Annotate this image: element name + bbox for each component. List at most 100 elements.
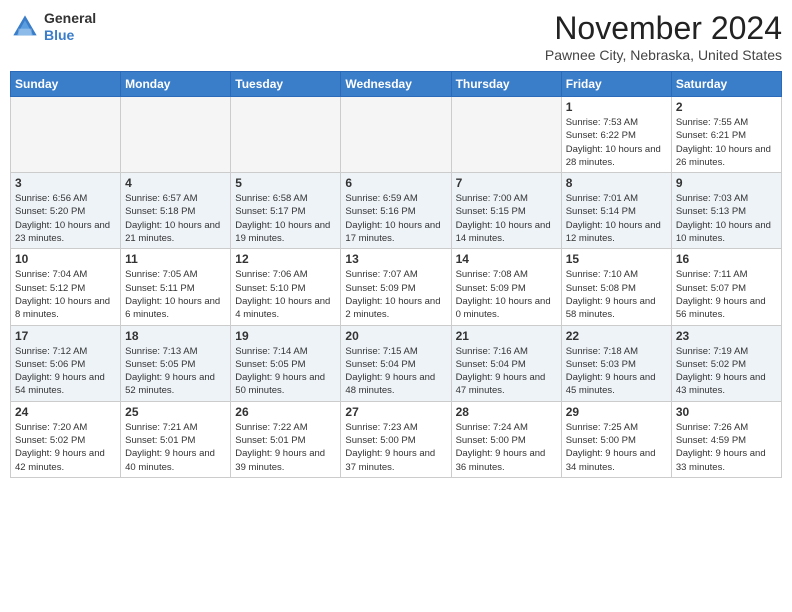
calendar-cell: 2Sunrise: 7:55 AM Sunset: 6:21 PM Daylig… [671,97,781,173]
weekday-header-friday: Friday [561,72,671,97]
calendar-cell: 6 Sunrise: 6:59 AM Sunset: 5:16 PM Daylig… [341,173,451,249]
day-number: 14 [456,252,557,266]
day-info: Sunrise: 7:14 AM Sunset: 5:05 PM Dayligh… [235,345,336,398]
day-info: Sunrise: 7:53 AM Sunset: 6:22 PM Dayligh… [566,116,667,169]
day-info: Sunrise: 7:06 AM Sunset: 5:10 PM Dayligh… [235,268,336,321]
logo-general: General [44,10,96,26]
day-number: 10 [15,252,116,266]
day-info: Sunrise: 6:58 AM Sunset: 5:17 PM Dayligh… [235,192,336,245]
day-info: Sunrise: 7:20 AM Sunset: 5:02 PM Dayligh… [15,421,116,474]
calendar-cell: 21Sunrise: 7:16 AM Sunset: 5:04 PM Dayli… [451,325,561,401]
day-info: Sunrise: 7:24 AM Sunset: 5:00 PM Dayligh… [456,421,557,474]
calendar-cell: 13 Sunrise: 7:07 AM Sunset: 5:09 PM Dayli… [341,249,451,325]
day-info: Sunrise: 7:00 AM Sunset: 5:15 PM Dayligh… [456,192,557,245]
calendar-cell: 17 Sunrise: 7:12 AM Sunset: 5:06 PM Dayli… [11,325,121,401]
day-number: 4 [125,176,226,190]
day-info: Sunrise: 7:15 AM Sunset: 5:04 PM Dayligh… [345,345,446,398]
day-number: 12 [235,252,336,266]
day-info: Sunrise: 6:56 AM Sunset: 5:20 PM Dayligh… [15,192,116,245]
day-info: Sunrise: 7:23 AM Sunset: 5:00 PM Dayligh… [345,421,446,474]
calendar-week-2: 3 Sunrise: 6:56 AM Sunset: 5:20 PM Daylig… [11,173,782,249]
day-number: 30 [676,405,777,419]
day-number: 28 [456,405,557,419]
day-number: 6 [345,176,446,190]
calendar-cell: 4 Sunrise: 6:57 AM Sunset: 5:18 PM Daylig… [121,173,231,249]
day-number: 2 [676,100,777,114]
calendar-cell: 3 Sunrise: 6:56 AM Sunset: 5:20 PM Daylig… [11,173,121,249]
weekday-header-row: SundayMondayTuesdayWednesdayThursdayFrid… [11,72,782,97]
logo-icon [10,12,40,42]
calendar-cell: 20Sunrise: 7:15 AM Sunset: 5:04 PM Dayli… [341,325,451,401]
calendar-cell: 12 Sunrise: 7:06 AM Sunset: 5:10 PM Dayli… [231,249,341,325]
day-info: Sunrise: 7:19 AM Sunset: 5:02 PM Dayligh… [676,345,777,398]
day-number: 7 [456,176,557,190]
calendar-cell: 15Sunrise: 7:10 AM Sunset: 5:08 PM Dayli… [561,249,671,325]
day-info: Sunrise: 7:26 AM Sunset: 4:59 PM Dayligh… [676,421,777,474]
day-number: 18 [125,329,226,343]
calendar-cell: 5 Sunrise: 6:58 AM Sunset: 5:17 PM Daylig… [231,173,341,249]
weekday-header-saturday: Saturday [671,72,781,97]
calendar-cell [231,97,341,173]
calendar-cell: 29 Sunrise: 7:25 AM Sunset: 5:00 PM Dayli… [561,401,671,477]
weekday-header-tuesday: Tuesday [231,72,341,97]
calendar-cell [341,97,451,173]
day-number: 26 [235,405,336,419]
calendar-cell: 19Sunrise: 7:14 AM Sunset: 5:05 PM Dayli… [231,325,341,401]
day-number: 9 [676,176,777,190]
calendar-cell: 23 Sunrise: 7:19 AM Sunset: 5:02 PM Dayli… [671,325,781,401]
calendar-week-5: 24 Sunrise: 7:20 AM Sunset: 5:02 PM Dayli… [11,401,782,477]
calendar-body: 1Sunrise: 7:53 AM Sunset: 6:22 PM Daylig… [11,97,782,478]
day-info: Sunrise: 7:18 AM Sunset: 5:03 PM Dayligh… [566,345,667,398]
calendar-cell: 9 Sunrise: 7:03 AM Sunset: 5:13 PM Daylig… [671,173,781,249]
title-block: November 2024 Pawnee City, Nebraska, Uni… [545,10,782,63]
page-header: General Blue November 2024 Pawnee City, … [10,10,782,63]
day-number: 11 [125,252,226,266]
calendar-cell: 7 Sunrise: 7:00 AM Sunset: 5:15 PM Daylig… [451,173,561,249]
day-number: 16 [676,252,777,266]
calendar-cell: 25Sunrise: 7:21 AM Sunset: 5:01 PM Dayli… [121,401,231,477]
day-number: 17 [15,329,116,343]
day-info: Sunrise: 6:59 AM Sunset: 5:16 PM Dayligh… [345,192,446,245]
calendar-cell [11,97,121,173]
calendar-week-4: 17 Sunrise: 7:12 AM Sunset: 5:06 PM Dayli… [11,325,782,401]
logo-blue: Blue [44,27,74,43]
day-number: 27 [345,405,446,419]
calendar-cell: 11 Sunrise: 7:05 AM Sunset: 5:11 PM Dayli… [121,249,231,325]
calendar-cell: 30 Sunrise: 7:26 AM Sunset: 4:59 PM Dayli… [671,401,781,477]
calendar-cell: 22Sunrise: 7:18 AM Sunset: 5:03 PM Dayli… [561,325,671,401]
day-info: Sunrise: 7:13 AM Sunset: 5:05 PM Dayligh… [125,345,226,398]
day-number: 3 [15,176,116,190]
day-info: Sunrise: 7:16 AM Sunset: 5:04 PM Dayligh… [456,345,557,398]
calendar-cell: 10 Sunrise: 7:04 AM Sunset: 5:12 PM Dayli… [11,249,121,325]
weekday-header-monday: Monday [121,72,231,97]
day-number: 23 [676,329,777,343]
day-info: Sunrise: 7:05 AM Sunset: 5:11 PM Dayligh… [125,268,226,321]
calendar-cell: 16Sunrise: 7:11 AM Sunset: 5:07 PM Dayli… [671,249,781,325]
day-info: Sunrise: 7:07 AM Sunset: 5:09 PM Dayligh… [345,268,446,321]
weekday-header-thursday: Thursday [451,72,561,97]
day-info: Sunrise: 6:57 AM Sunset: 5:18 PM Dayligh… [125,192,226,245]
month-title: November 2024 [545,10,782,47]
calendar-cell: 18 Sunrise: 7:13 AM Sunset: 5:05 PM Dayli… [121,325,231,401]
calendar-cell: 27 Sunrise: 7:23 AM Sunset: 5:00 PM Dayli… [341,401,451,477]
calendar-cell: 1Sunrise: 7:53 AM Sunset: 6:22 PM Daylig… [561,97,671,173]
day-info: Sunrise: 7:04 AM Sunset: 5:12 PM Dayligh… [15,268,116,321]
day-info: Sunrise: 7:08 AM Sunset: 5:09 PM Dayligh… [456,268,557,321]
calendar-cell: 26 Sunrise: 7:22 AM Sunset: 5:01 PM Dayli… [231,401,341,477]
weekday-header-wednesday: Wednesday [341,72,451,97]
logo: General Blue [10,10,96,44]
calendar-week-3: 10 Sunrise: 7:04 AM Sunset: 5:12 PM Dayli… [11,249,782,325]
calendar-cell: 8Sunrise: 7:01 AM Sunset: 5:14 PM Daylig… [561,173,671,249]
calendar-cell: 28 Sunrise: 7:24 AM Sunset: 5:00 PM Dayli… [451,401,561,477]
day-number: 8 [566,176,667,190]
day-number: 13 [345,252,446,266]
day-info: Sunrise: 7:25 AM Sunset: 5:00 PM Dayligh… [566,421,667,474]
day-info: Sunrise: 7:03 AM Sunset: 5:13 PM Dayligh… [676,192,777,245]
day-number: 29 [566,405,667,419]
day-info: Sunrise: 7:21 AM Sunset: 5:01 PM Dayligh… [125,421,226,474]
day-info: Sunrise: 7:12 AM Sunset: 5:06 PM Dayligh… [15,345,116,398]
day-info: Sunrise: 7:10 AM Sunset: 5:08 PM Dayligh… [566,268,667,321]
day-number: 24 [15,405,116,419]
day-info: Sunrise: 7:22 AM Sunset: 5:01 PM Dayligh… [235,421,336,474]
day-number: 5 [235,176,336,190]
